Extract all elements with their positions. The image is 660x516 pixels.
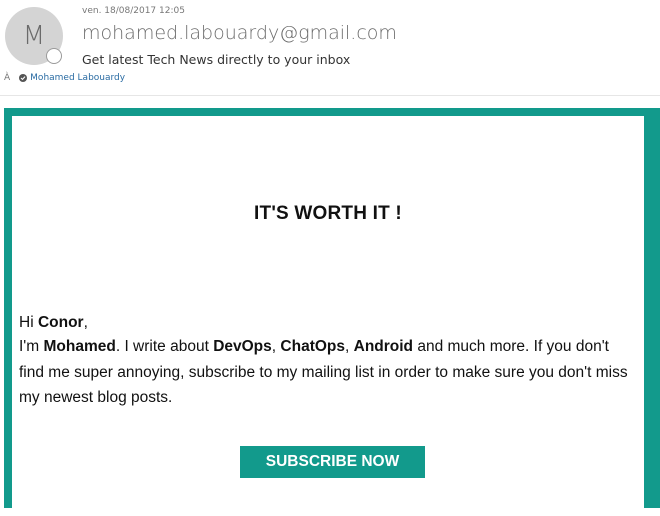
recipients-row: À Mohamed Labouardy xyxy=(4,73,125,83)
topic-android: Android xyxy=(353,338,414,355)
author-name: Mohamed xyxy=(43,338,116,355)
verified-check-icon xyxy=(19,74,28,82)
presence-status-icon xyxy=(46,48,62,64)
recipient-name: Mohamed Labouardy xyxy=(30,73,126,83)
avatar-initial: M xyxy=(22,21,46,51)
subscribe-button[interactable]: SUBSCRIBE NOW xyxy=(240,446,425,478)
message-subject: Get latest Tech News directly to your in… xyxy=(82,52,351,67)
email-headline: IT'S WORTH IT ! xyxy=(254,203,402,224)
to-label: À xyxy=(4,73,11,83)
header-divider xyxy=(0,95,660,96)
greeting-name: Conor xyxy=(37,314,84,331)
email-body-frame: IT'S WORTH IT ! Hi Conor, I'm Mohamed. I… xyxy=(4,108,660,516)
message-date: ven. 18/08/2017 12:05 xyxy=(82,6,185,16)
recipient-chip[interactable]: Mohamed Labouardy xyxy=(19,73,125,83)
sender-address[interactable]: mohamed.labouardy@gmail.com xyxy=(82,22,397,44)
topic-chatops: ChatOps xyxy=(280,338,345,355)
intro-paragraph: I'm Mohamed. I write about DevOps, ChatO… xyxy=(19,338,628,406)
greeting-line: Hi Conor, xyxy=(19,314,88,331)
topic-devops: DevOps xyxy=(213,338,272,355)
email-body: IT'S WORTH IT ! Hi Conor, I'm Mohamed. I… xyxy=(12,116,644,516)
